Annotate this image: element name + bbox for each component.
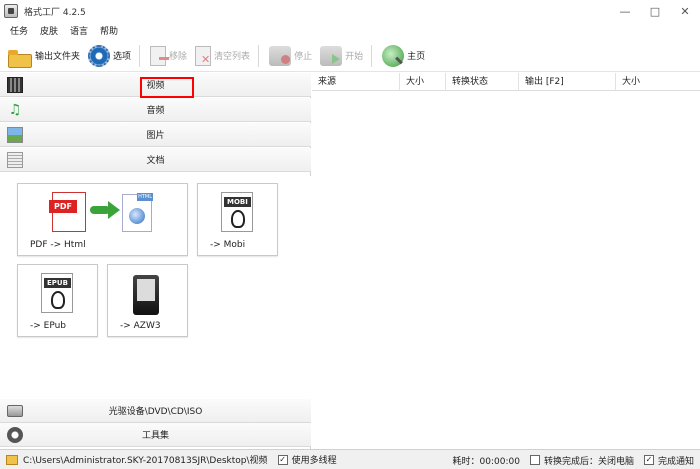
home-button[interactable]: 主页 (382, 42, 425, 70)
column-output-size[interactable]: 大小 (616, 73, 700, 91)
document-tools-area: PDF -> Html MOBI -> Mobi EPUB -> EPub ->… (0, 176, 311, 399)
epub-file-icon: EPUB (41, 273, 73, 313)
clear-list-label: 清空列表 (214, 52, 251, 62)
epub-tag: EPUB (44, 278, 71, 288)
pdf-to-html-tile[interactable]: PDF -> Html (17, 183, 188, 256)
video-highlight-box (140, 77, 194, 98)
output-folder-button[interactable]: 输出文件夹 (8, 42, 80, 70)
category-tools-label: 工具集 (141, 431, 169, 441)
column-source[interactable]: 来源 (312, 73, 400, 91)
category-document-label: 文档 (146, 156, 165, 166)
toolbar-divider (139, 44, 141, 67)
home-globe-icon (382, 44, 405, 67)
pdf-to-html-label: PDF -> Html (30, 240, 86, 250)
app-icon (4, 4, 18, 18)
maximize-button[interactable]: □ (640, 0, 670, 22)
toolbar-divider (371, 44, 373, 67)
html-file-icon (122, 193, 153, 232)
to-azw3-tile[interactable]: -> AZW3 (107, 264, 188, 337)
menu-bar: 任务 皮肤 语言 帮助 (0, 22, 700, 39)
swirl-icon (51, 291, 65, 309)
category-disc[interactable]: 光驱设备\DVD\CD\ISO (0, 399, 311, 423)
options-button[interactable]: 选项 (88, 42, 131, 70)
menu-item-tasks[interactable]: 任务 (10, 24, 28, 37)
minimize-button[interactable]: — (610, 0, 640, 22)
folder-icon[interactable] (6, 454, 18, 465)
category-disc-label: 光驱设备\DVD\CD\ISO (108, 407, 203, 417)
mobi-tag: MOBI (224, 197, 251, 207)
toolbar-divider (258, 44, 260, 67)
music-note-icon: ♫ (8, 102, 22, 118)
notify-checkbox[interactable]: ✓ (643, 455, 654, 465)
film-icon (7, 77, 23, 93)
category-tools[interactable]: 工具集 (0, 423, 311, 447)
multithread-label: 使用多线程 (291, 456, 337, 466)
start-icon (320, 45, 343, 66)
column-output[interactable]: 输出 [F2] (519, 73, 616, 91)
tools-icon (7, 427, 23, 443)
swirl-icon (231, 210, 245, 228)
multithread-checkbox[interactable]: ✓ (277, 454, 288, 465)
gear-icon (88, 44, 111, 67)
to-mobi-tile[interactable]: MOBI -> Mobi (197, 183, 278, 256)
category-audio-label: 音频 (146, 106, 165, 116)
options-label: 选项 (113, 52, 132, 62)
task-list[interactable]: 来源 大小 转换状态 输出 [F2] 大小 (312, 73, 700, 449)
status-right: 耗时：00:00:00 转换完成后：关闭电脑 ✓ 完成通知 (453, 450, 694, 469)
column-status[interactable]: 转换状态 (446, 73, 519, 91)
category-image-label: 图片 (146, 131, 165, 141)
stop-label: 停止 (294, 52, 313, 62)
mobi-file-icon: MOBI (221, 192, 253, 232)
picture-icon (7, 127, 23, 143)
menu-item-skin[interactable]: 皮肤 (40, 24, 58, 37)
window-controls: — □ ✕ (610, 0, 700, 22)
close-button[interactable]: ✕ (670, 0, 700, 22)
remove-label: 移除 (169, 52, 188, 62)
column-size[interactable]: 大小 (400, 73, 446, 91)
category-panel: 视频 ♫ 音频 图片 文档 PDF -> Html MOBI -> Mobi E… (0, 73, 311, 449)
elapsed-time: 耗时：00:00:00 (452, 456, 520, 467)
menu-item-help[interactable]: 帮助 (100, 24, 118, 37)
to-epub-tile[interactable]: EPUB -> EPub (17, 264, 98, 337)
output-path[interactable]: C:\Users\Administrator.SKY-20170813SJR\D… (23, 453, 268, 466)
toolbar: 输出文件夹 选项 移除 清空列表 停止 开始 主页 (0, 40, 700, 72)
stop-icon (269, 45, 292, 66)
after-convert-checkbox[interactable] (529, 455, 540, 465)
home-label: 主页 (407, 52, 426, 62)
start-label: 开始 (345, 52, 364, 62)
pdf-file-icon (49, 192, 86, 232)
after-convert-label[interactable]: 转换完成后：关闭电脑 (544, 454, 634, 467)
folder-icon (8, 49, 32, 68)
clear-list-button[interactable]: 清空列表 (195, 42, 250, 70)
category-audio[interactable]: ♫ 音频 (0, 98, 311, 122)
start-button[interactable]: 开始 (320, 42, 363, 70)
to-azw3-label: -> AZW3 (120, 321, 161, 331)
stop-button[interactable]: 停止 (269, 42, 312, 70)
to-epub-label: -> EPub (30, 321, 67, 331)
category-image[interactable]: 图片 (0, 123, 311, 147)
ereader-icon (133, 275, 159, 315)
notify-label: 完成通知 (657, 456, 694, 467)
title-bar: 格式工厂 4.2.5 — □ ✕ (0, 0, 700, 22)
green-arrow-icon (90, 200, 120, 220)
menu-item-language[interactable]: 语言 (70, 24, 88, 37)
remove-doc-icon (150, 45, 170, 66)
window-title: 格式工厂 4.2.5 (24, 7, 86, 18)
output-folder-label: 输出文件夹 (35, 52, 81, 62)
category-document[interactable]: 文档 (0, 148, 311, 172)
remove-button[interactable]: 移除 (150, 42, 187, 70)
clear-list-icon (195, 45, 212, 66)
document-icon (7, 152, 23, 168)
disc-drive-icon (7, 405, 23, 417)
status-bar: C:\Users\Administrator.SKY-20170813SJR\D… (0, 449, 700, 469)
task-list-header: 来源 大小 转换状态 输出 [F2] 大小 (312, 73, 700, 91)
to-mobi-label: -> Mobi (210, 240, 246, 250)
